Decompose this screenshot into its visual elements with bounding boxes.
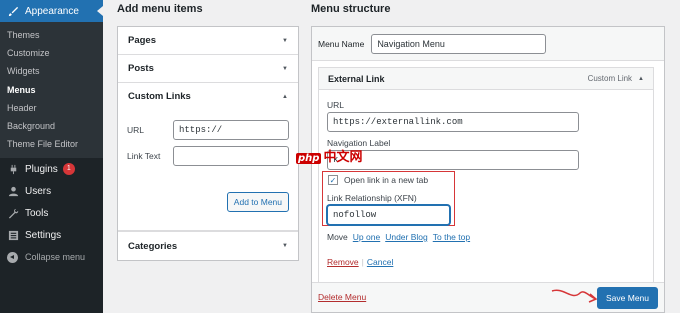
triangle-down-icon: ▼ — [282, 243, 288, 249]
sidebar-item-users[interactable]: Users — [0, 180, 103, 202]
menu-footer-bar: Delete Menu Save Menu — [312, 282, 664, 312]
move-links: Move Up one Under Blog To the top — [327, 232, 470, 242]
wp-admin-screen: Appearance Themes Customize Widgets Menu… — [0, 0, 680, 313]
open-new-tab-option: ✓ Open link in a new tab — [328, 175, 428, 185]
accordion-toggle-pages[interactable]: Pages ▼ — [118, 27, 298, 54]
cancel-item-link[interactable]: Cancel — [367, 257, 393, 267]
sidebar-item-label: Settings — [25, 229, 62, 241]
admin-sidebar: Appearance Themes Customize Widgets Menu… — [0, 0, 103, 313]
collapse-arrow-icon — [7, 251, 18, 263]
wrench-icon — [7, 207, 19, 219]
menu-name-bar: Menu Name Navigation Menu — [312, 27, 664, 61]
triangle-down-icon: ▼ — [282, 65, 288, 72]
navigation-label-input[interactable]: k — [327, 150, 579, 170]
move-up-one-link[interactable]: Up one — [353, 232, 380, 242]
plug-icon — [7, 163, 19, 175]
add-to-menu-button[interactable]: Add to Menu — [226, 192, 289, 212]
custom-link-text-input[interactable] — [173, 146, 289, 166]
accordion-toggle-categories[interactable]: Categories ▼ — [118, 232, 298, 260]
custom-link-url-input[interactable]: https:// — [173, 120, 289, 140]
menu-name-input[interactable]: Navigation Menu — [371, 33, 547, 54]
triangle-up-icon: ▲ — [282, 93, 288, 100]
submenu-item-theme-file-editor[interactable]: Theme File Editor — [0, 135, 103, 153]
item-url-label: URL — [327, 100, 345, 110]
item-url-input[interactable]: https://externallink.com — [327, 112, 579, 132]
add-menu-items-accordion: Pages ▼ Posts ▼ Custom Links ▲ URL https… — [117, 26, 299, 261]
save-menu-button[interactable]: Save Menu — [597, 287, 658, 309]
accordion-section-pages: Pages ▼ — [118, 27, 298, 55]
accordion-section-custom-links: Custom Links ▲ URL https:// Link Text Ad… — [118, 83, 298, 231]
submenu-item-background[interactable]: Background — [0, 117, 103, 135]
accordion-title: Posts — [128, 63, 154, 74]
appearance-submenu: Themes Customize Widgets Menus Header Ba… — [0, 22, 103, 159]
php-watermark: php 中文网 — [296, 146, 362, 165]
move-to-top-link[interactable]: To the top — [433, 232, 470, 242]
accordion-title: Pages — [128, 35, 156, 46]
menu-item-title: External Link — [328, 73, 385, 84]
paintbrush-icon — [7, 5, 19, 17]
triangle-down-icon: ▼ — [282, 37, 288, 44]
collapse-label: Collapse menu — [25, 252, 86, 263]
custom-links-form: URL https:// Link Text Add to Menu — [118, 110, 298, 230]
xfn-label: Link Relationship (XFN) — [327, 193, 417, 203]
sidebar-item-tools[interactable]: Tools — [0, 202, 103, 224]
accordion-section-categories: Categories ▼ — [118, 231, 298, 260]
sidebar-item-label: Users — [25, 185, 52, 197]
menu-structure-heading: Menu structure — [311, 3, 391, 15]
submenu-item-themes[interactable]: Themes — [0, 26, 103, 44]
move-label: Move — [327, 232, 348, 242]
menu-item-type-label: Custom Link — [587, 74, 633, 83]
sidebar-item-settings[interactable]: Settings — [0, 224, 103, 246]
menu-name-label: Menu Name — [318, 38, 365, 49]
add-menu-items-heading: Add menu items — [117, 3, 203, 15]
sidebar-item-appearance[interactable]: Appearance — [0, 0, 103, 22]
open-new-tab-checkbox[interactable]: ✓ — [328, 175, 338, 185]
red-arrow-annotation — [551, 289, 598, 303]
menu-item-type: Custom Link ▲ — [588, 74, 644, 83]
sidebar-item-label: Plugins — [25, 163, 58, 175]
triangle-up-icon: ▲ — [638, 75, 644, 82]
accordion-toggle-custom-links[interactable]: Custom Links ▲ — [118, 83, 298, 110]
menu-item-external-link: External Link Custom Link ▲ URL https://… — [318, 67, 654, 293]
menu-structure-panel: Menu Name Navigation Menu External Link … — [311, 26, 665, 313]
user-icon — [7, 185, 19, 197]
delete-menu-link[interactable]: Delete Menu — [318, 292, 366, 302]
accordion-section-posts: Posts ▼ — [118, 55, 298, 83]
submenu-item-customize[interactable]: Customize — [0, 44, 103, 62]
item-actions: Remove | Cancel — [327, 257, 393, 267]
submenu-item-menus[interactable]: Menus — [0, 81, 103, 99]
watermark-php: php — [296, 153, 322, 164]
menu-item-handle[interactable]: External Link Custom Link ▲ — [319, 68, 653, 90]
action-separator: | — [361, 257, 364, 267]
submenu-item-header[interactable]: Header — [0, 99, 103, 117]
link-text-label: Link Text — [127, 151, 161, 161]
submenu-item-widgets[interactable]: Widgets — [0, 62, 103, 80]
collapse-menu-button[interactable]: Collapse menu — [0, 246, 103, 268]
remove-item-link[interactable]: Remove — [327, 257, 359, 267]
accordion-title: Custom Links — [128, 91, 191, 102]
watermark-text: 中文网 — [323, 150, 363, 165]
url-label: URL — [127, 125, 145, 135]
update-count-badge: 1 — [62, 163, 75, 176]
accordion-toggle-posts[interactable]: Posts ▼ — [118, 55, 298, 82]
open-new-tab-label: Open link in a new tab — [344, 175, 429, 185]
settings-sliders-icon — [7, 229, 19, 241]
sidebar-item-plugins[interactable]: Plugins 1 — [0, 158, 103, 180]
sidebar-item-label: Appearance — [25, 5, 79, 17]
sidebar-item-label: Tools — [25, 207, 49, 219]
xfn-input[interactable]: nofollow — [327, 205, 450, 225]
accordion-title: Categories — [128, 240, 178, 252]
move-under-blog-link[interactable]: Under Blog — [385, 232, 428, 242]
